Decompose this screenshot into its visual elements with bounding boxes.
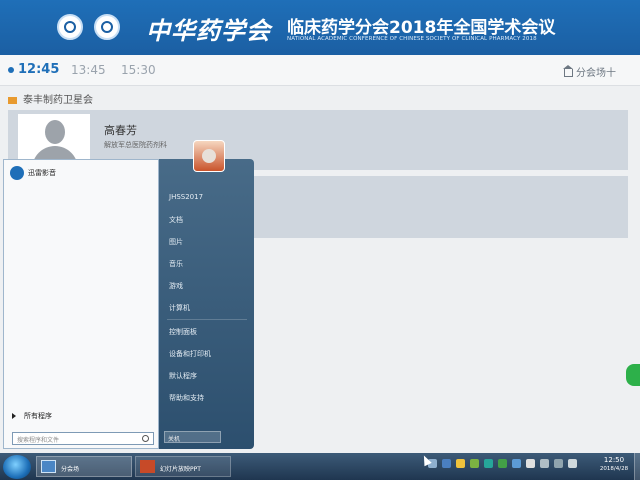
- tray-alert-icon[interactable]: [456, 459, 465, 468]
- taskbar-item-label: 分会场: [61, 466, 80, 473]
- tray-speaker-icon[interactable]: [526, 459, 535, 468]
- search-icon: [142, 435, 149, 442]
- windows-start-icon[interactable]: [3, 455, 31, 479]
- powerpoint-icon: [140, 460, 155, 473]
- search-placeholder: 搜索程序和文件: [17, 437, 60, 444]
- start-item-pictures[interactable]: 图片: [169, 237, 183, 247]
- home-icon: [563, 65, 573, 77]
- tray-volume-icon[interactable]: [568, 459, 577, 468]
- calligraphy-title: 中华药学会: [146, 16, 271, 45]
- time-bar: 12:45 13:45 15:30 分会场十: [0, 55, 640, 86]
- start-item-games[interactable]: 游戏: [169, 281, 183, 291]
- speaker-name: 高春芳: [104, 124, 137, 137]
- taskbar-item-label: 幻灯片放映PPT: [160, 466, 201, 473]
- start-item-control-panel[interactable]: 控制面板: [169, 327, 197, 337]
- start-item-user-folder[interactable]: JHSS2017: [169, 193, 203, 201]
- pinned-program-item[interactable]: 迅雷影音: [10, 166, 56, 180]
- start-menu-divider: [167, 319, 247, 320]
- pinned-program-label: 迅雷影音: [28, 169, 56, 177]
- time-slot[interactable]: 15:30: [121, 63, 156, 77]
- all-programs-label: 所有程序: [24, 412, 52, 420]
- taskbar: 分会场 幻灯片放映PPT 12:50 2018/4/28: [0, 453, 640, 480]
- taskbar-clock[interactable]: 12:50 2018/4/28: [594, 456, 634, 472]
- start-search-input[interactable]: 搜索程序和文件: [12, 432, 154, 445]
- side-float-button[interactable]: [626, 364, 640, 386]
- venue-selector[interactable]: 分会场十: [563, 64, 616, 79]
- speaker-affiliation: 解放军总医院药剂科: [104, 141, 167, 149]
- society-logo-icon: [57, 14, 83, 40]
- active-time-dot-icon: [8, 67, 14, 73]
- start-menu: 迅雷影音 所有程序 搜索程序和文件 JHSS2017 文档 图片 音乐 游戏 计…: [0, 155, 254, 453]
- start-menu-places-pane: JHSS2017 文档 图片 音乐 游戏 计算机 控制面板 设备和打印机 默认程…: [159, 159, 254, 449]
- tray-app-icon[interactable]: [512, 459, 521, 468]
- clock-time: 12:50: [603, 456, 625, 464]
- clock-date: 2018/4/28: [599, 466, 629, 472]
- session-heading: 泰丰制药卫星会: [8, 91, 93, 106]
- venue-label: 分会场十: [576, 68, 616, 79]
- time-slot[interactable]: 13:45: [71, 63, 106, 77]
- conference-emblem-icon: [94, 14, 120, 40]
- conference-banner: 中华药学会 临床药学分会2018年全国学术会议 NATIONAL ACADEMI…: [0, 0, 640, 55]
- taskbar-item-browser[interactable]: 分会场: [36, 456, 132, 477]
- tray-power-icon[interactable]: [554, 459, 563, 468]
- shutdown-button[interactable]: 关机: [164, 431, 221, 443]
- time-slot-active[interactable]: 12:45: [18, 62, 59, 77]
- show-desktop-button[interactable]: [634, 453, 640, 480]
- start-item-computer[interactable]: 计算机: [169, 303, 190, 313]
- browser-window-icon: [41, 460, 56, 473]
- media-player-icon: [10, 166, 24, 180]
- start-item-documents[interactable]: 文档: [169, 215, 183, 225]
- start-menu-programs-pane: 迅雷影音 所有程序 搜索程序和文件: [3, 159, 159, 449]
- session-title: 泰丰制药卫星会: [23, 95, 93, 106]
- start-item-help-support[interactable]: 帮助和支持: [169, 393, 204, 403]
- flag-icon: [8, 96, 17, 104]
- conference-title: 临床药学分会2018年全国学术会议: [287, 18, 556, 38]
- user-picture-icon[interactable]: [193, 140, 225, 172]
- start-item-default-programs[interactable]: 默认程序: [169, 371, 197, 381]
- start-item-devices-printers[interactable]: 设备和打印机: [169, 349, 211, 359]
- conference-subtitle: NATIONAL ACADEMIC CONFERENCE OF CHINESE …: [287, 36, 537, 42]
- start-item-music[interactable]: 音乐: [169, 259, 183, 269]
- tray-shield-icon[interactable]: [442, 459, 451, 468]
- taskbar-item-powerpoint[interactable]: 幻灯片放映PPT: [135, 456, 231, 477]
- tray-flag-icon[interactable]: [540, 459, 549, 468]
- tray-app-icon[interactable]: [470, 459, 479, 468]
- all-programs-button[interactable]: 所有程序: [12, 411, 52, 421]
- tray-app-icon[interactable]: [498, 459, 507, 468]
- arrow-right-icon: [12, 413, 16, 419]
- tray-app-icon[interactable]: [484, 459, 493, 468]
